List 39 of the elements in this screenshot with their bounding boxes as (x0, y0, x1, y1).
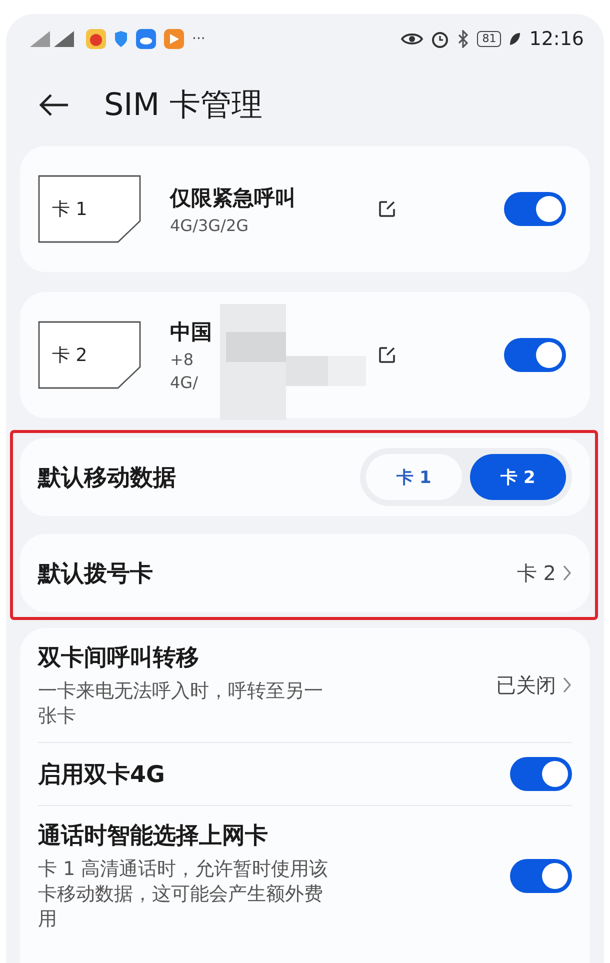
edit-icon[interactable] (378, 200, 396, 218)
setting-title: 启用双卡4G (38, 760, 165, 790)
bluetooth-icon (457, 30, 470, 48)
toggle-switch[interactable] (510, 757, 572, 792)
cloud-app-icon (136, 29, 156, 49)
sim-name: 仅限紧急呼叫 (170, 184, 297, 212)
setting-description: 卡 1 高清通话时，允许暂时使用该卡移动数据，这可能会产生额外费用 (38, 857, 330, 932)
sim-card-label: 卡 1 (52, 199, 88, 220)
settings-row[interactable]: 默认拨号卡 卡 2 (20, 534, 590, 612)
row-label: 默认移动数据 (38, 464, 176, 492)
more-notifications: ··· (192, 31, 206, 47)
setting-description: 一卡来电无法呼入时，呼转至另一张卡 (38, 679, 324, 728)
back-arrow-icon[interactable] (38, 93, 70, 117)
clock-time: 12:16 (529, 28, 584, 50)
app-icon (164, 29, 184, 49)
chevron-icon (562, 676, 572, 694)
row-label: 默认拨号卡 (38, 560, 153, 588)
leaf-icon (509, 32, 522, 46)
sim-name: 中国 (170, 319, 213, 346)
sim-info: +8 (170, 350, 195, 369)
toggle-switch[interactable] (504, 338, 566, 372)
app-icon (86, 29, 106, 49)
segment-option[interactable]: 卡 2 (470, 454, 566, 500)
setting-value: 已关闭 (496, 672, 556, 699)
chevron-icon (562, 564, 572, 582)
battery-level: 81 (477, 31, 502, 47)
sim-info: 4G/3G/2G (170, 216, 250, 234)
row-value: 卡 2 (516, 560, 556, 586)
toggle-switch[interactable] (504, 192, 566, 226)
toggle-switch[interactable] (510, 858, 572, 893)
edit-icon[interactable] (378, 346, 396, 364)
eye-icon (401, 32, 424, 46)
setting-title: 通话时智能选择上网卡 (38, 822, 269, 852)
setting-title: 双卡间呼叫转移 (38, 644, 200, 673)
page-title: SIM 卡管理 (104, 86, 262, 125)
sim-card-label: 卡 2 (52, 345, 88, 366)
sim-info: 4G/ (170, 373, 199, 392)
segment-option[interactable]: 卡 1 (366, 454, 462, 500)
shield-icon (114, 30, 128, 48)
